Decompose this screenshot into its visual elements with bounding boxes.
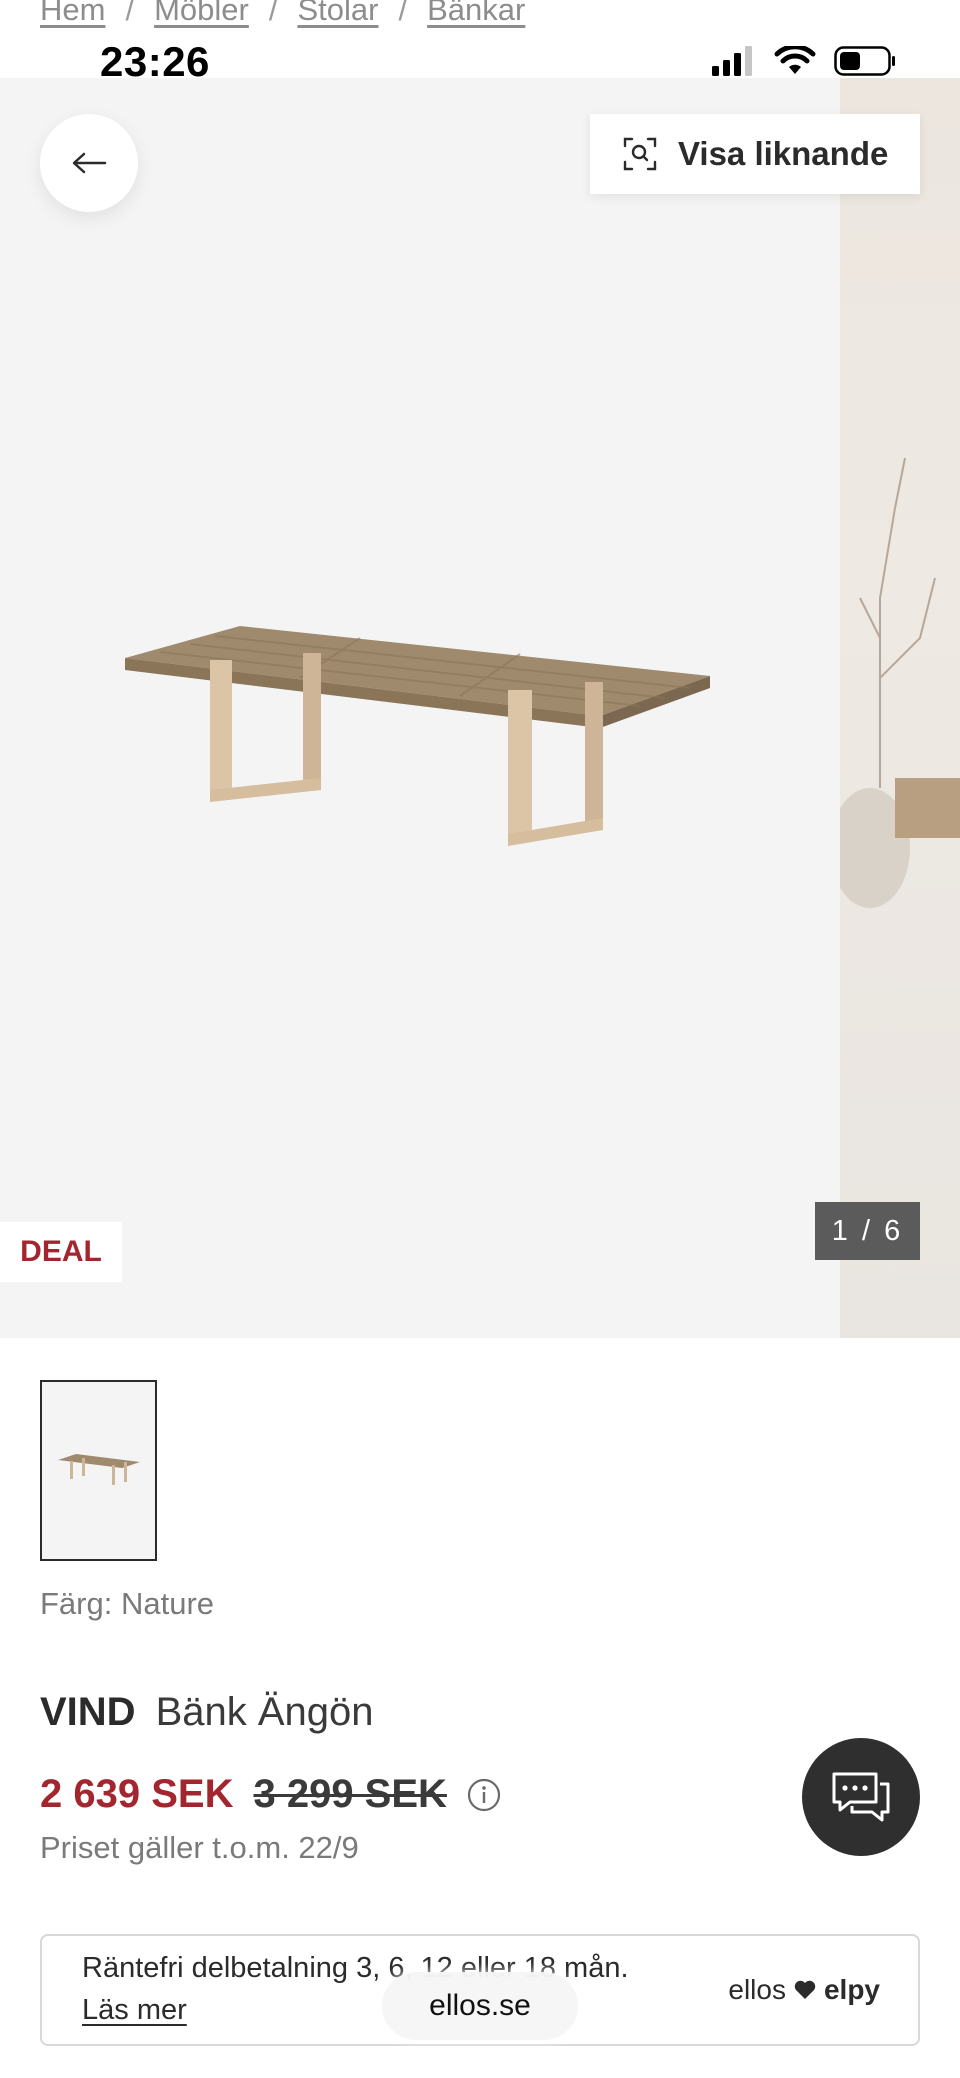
product-name: Bänk Ängön — [155, 1690, 374, 1734]
breadcrumb-home[interactable]: Hem — [40, 0, 105, 28]
product-title: VIND Bänk Ängön — [40, 1690, 374, 1735]
breadcrumb-separator: / — [398, 0, 408, 27]
thumbnail-selected[interactable] — [40, 1380, 157, 1561]
price-row: 2 639 SEK 3 299 SEK — [40, 1772, 501, 1817]
similar-products-label: Visa liknande — [678, 135, 889, 172]
similar-products-button[interactable]: Visa liknande — [590, 114, 920, 194]
back-button[interactable] — [40, 114, 138, 212]
breadcrumb-bankar[interactable]: Bänkar — [427, 0, 525, 28]
wifi-icon — [774, 46, 816, 74]
breadcrumb: Hem / Möbler / Stolar / Bänkar — [40, 0, 525, 30]
thumbnail-image — [57, 1453, 140, 1485]
arrow-left-icon — [72, 152, 107, 174]
color-label: Färg: Nature — [40, 1586, 215, 1621]
deal-badge: DEAL — [0, 1222, 122, 1282]
breadcrumb-stolar[interactable]: Stolar — [297, 0, 378, 28]
elpy-logo: elpy — [823, 1974, 880, 2005]
breadcrumb-separator: / — [125, 0, 135, 27]
info-icon[interactable] — [467, 1778, 501, 1812]
price-validity: Priset gäller t.o.m. 22/9 — [40, 1830, 359, 1865]
product-brand[interactable]: VIND — [40, 1690, 136, 1734]
status-time: 23:26 — [100, 38, 210, 85]
financing-logos: ellos elpy — [728, 1974, 880, 2006]
original-price: 3 299 SEK — [253, 1772, 447, 1816]
breadcrumb-separator: / — [268, 0, 278, 27]
cellular-signal-icon — [712, 46, 752, 76]
heart-icon — [794, 1980, 816, 1999]
chat-icon — [832, 1772, 890, 1822]
sale-price: 2 639 SEK — [40, 1772, 234, 1816]
chat-button[interactable] — [802, 1738, 920, 1856]
read-more-link[interactable]: Läs mer — [82, 1994, 187, 2027]
breadcrumb-mobler[interactable]: Möbler — [154, 0, 249, 28]
product-image — [125, 626, 710, 846]
image-counter: 1 / 6 — [815, 1202, 920, 1260]
ellos-logo: ellos — [728, 1974, 786, 2005]
status-icons — [712, 46, 896, 76]
bench-illustration — [125, 626, 710, 846]
next-product-photo-peek[interactable] — [830, 78, 960, 1338]
next-photo-illustration — [830, 457, 960, 908]
status-bar: 23:26 — [0, 30, 960, 100]
product-image-gallery[interactable]: Visa liknande DEAL 1 / 6 — [0, 78, 960, 1338]
browser-url-pill[interactable]: ellos.se — [382, 1972, 578, 2040]
battery-icon — [834, 46, 895, 76]
visual-search-icon — [623, 137, 657, 171]
